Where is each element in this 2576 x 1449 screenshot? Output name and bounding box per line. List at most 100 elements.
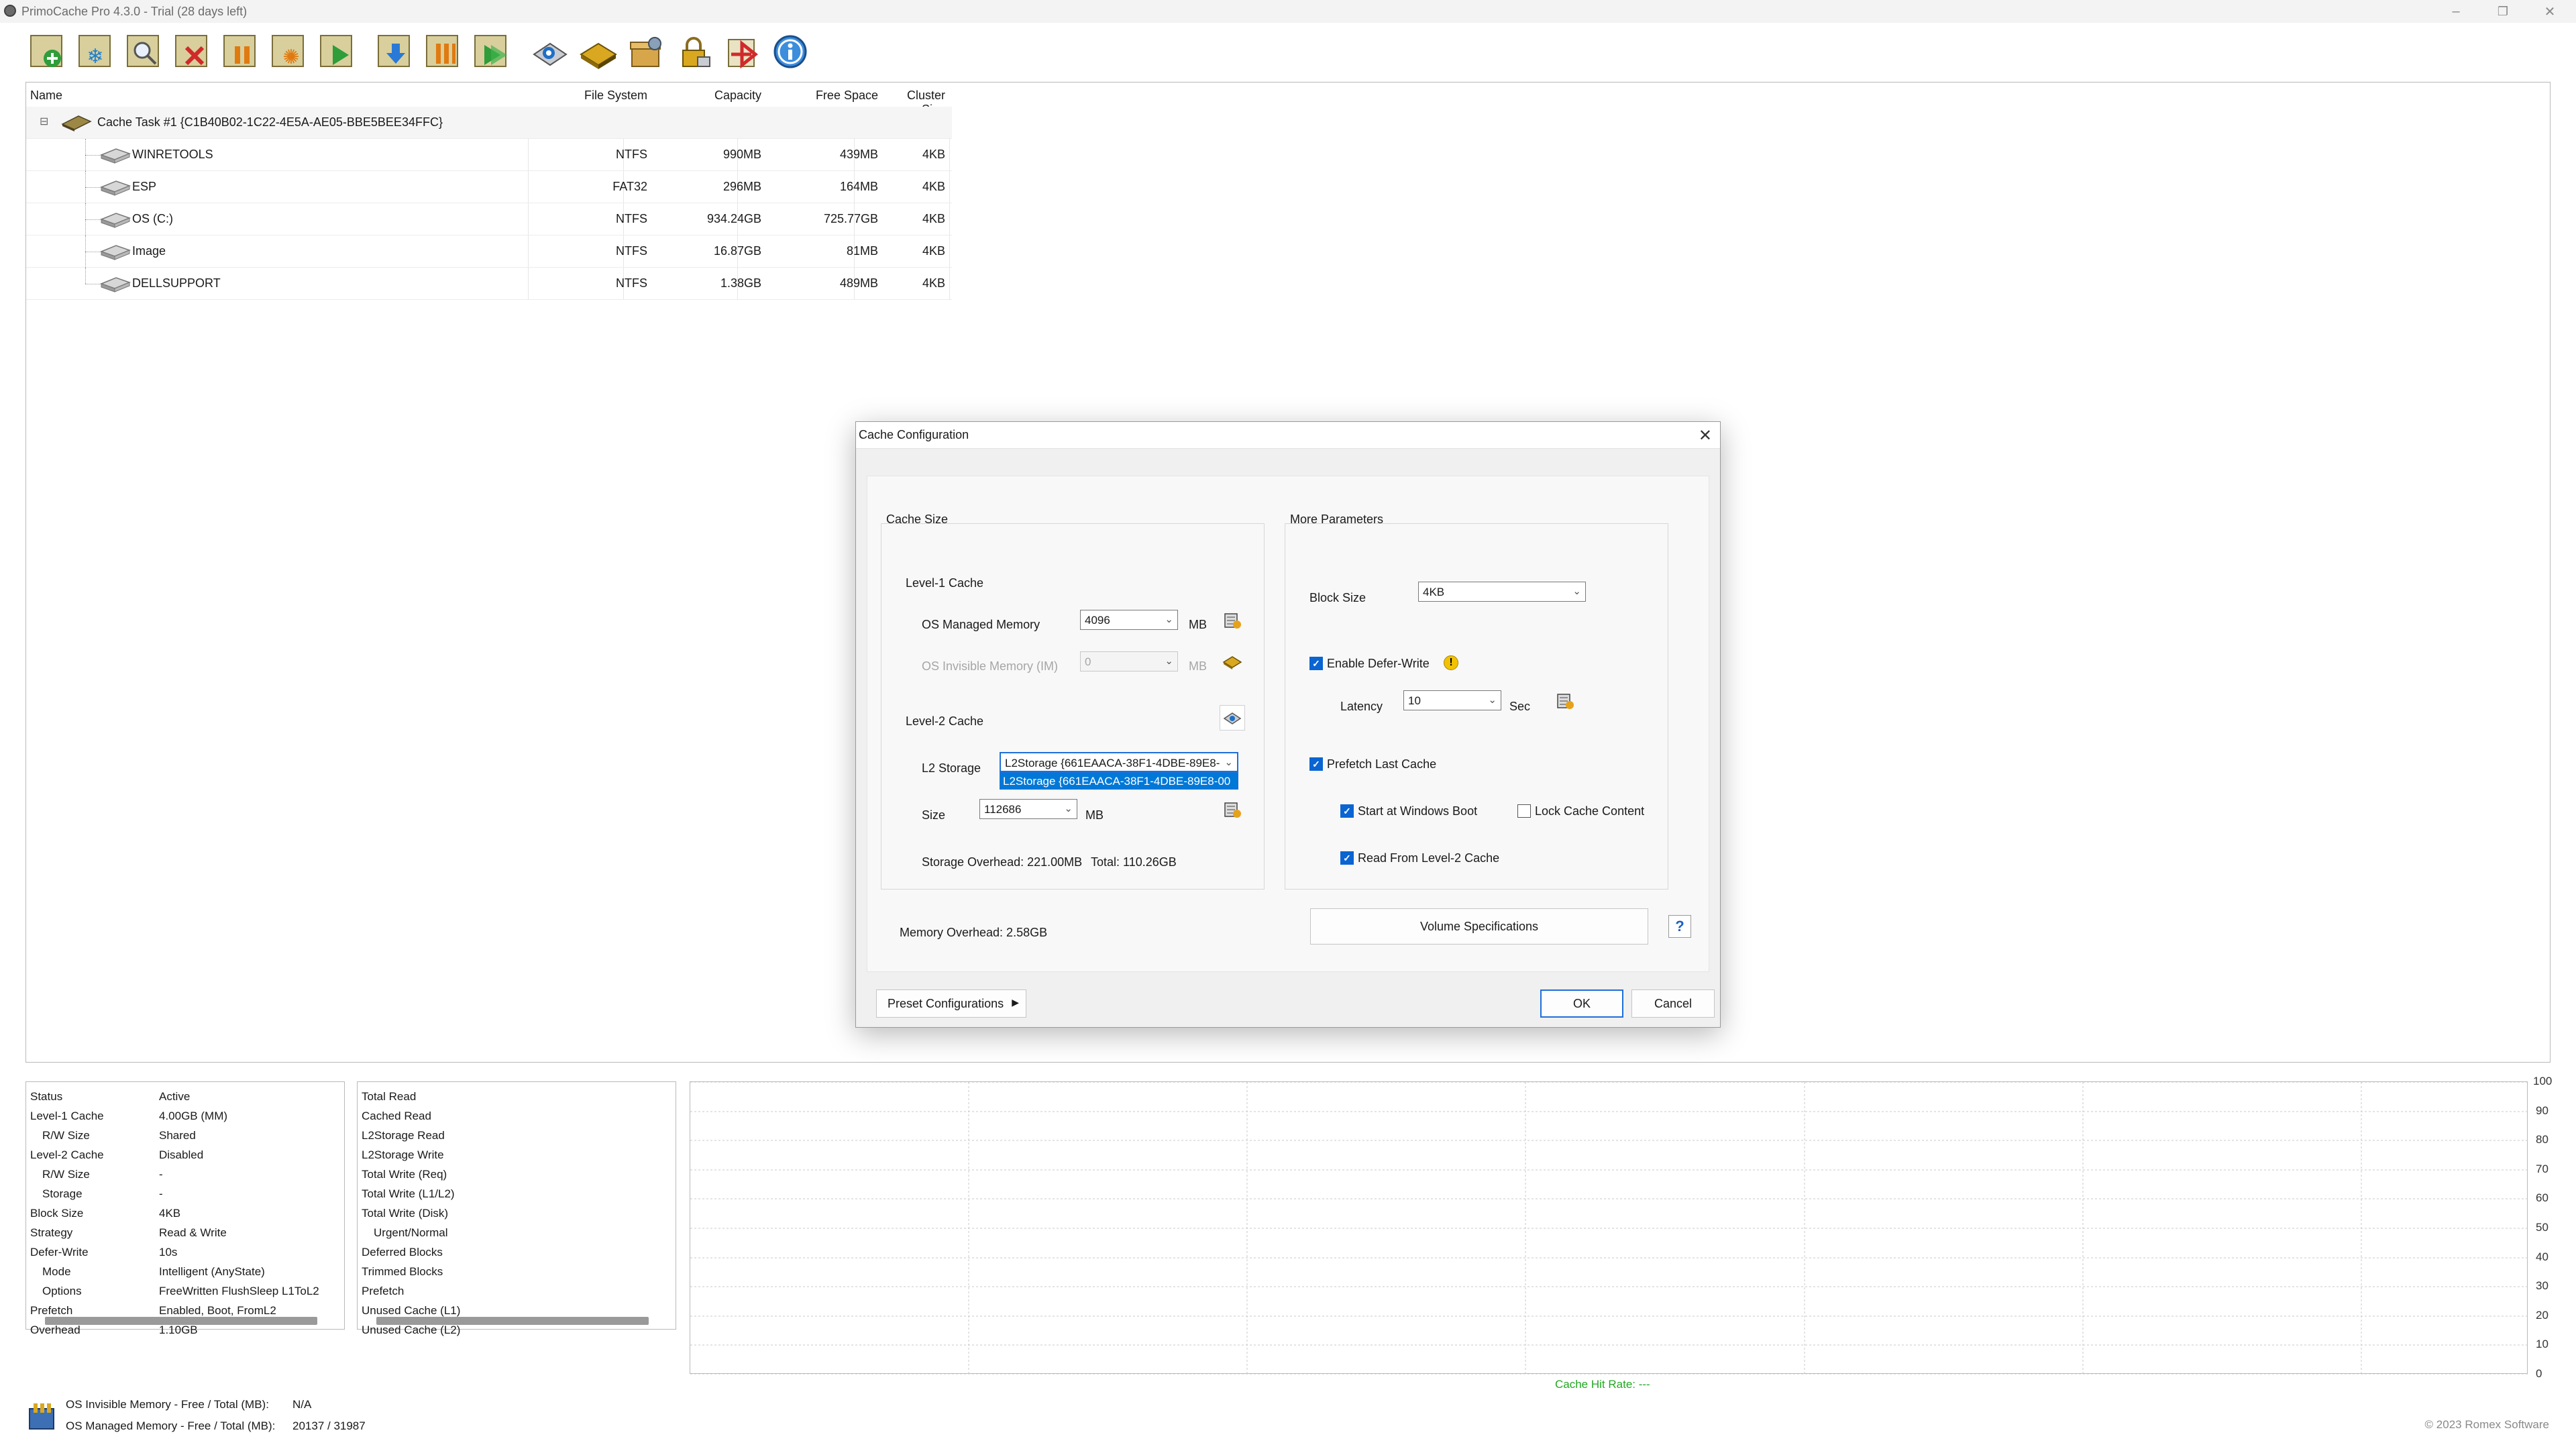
defer-write-icon: ❄ xyxy=(78,35,111,68)
new-cache-task-button[interactable] xyxy=(24,30,70,73)
volume-fs: FAT32 xyxy=(612,180,647,193)
memory-chip-icon xyxy=(1224,802,1241,818)
flush-button[interactable]: ✺ xyxy=(266,30,311,73)
storage-total: Total: 110.26GB xyxy=(1091,855,1177,869)
prefetch-last-cache-checkbox[interactable]: ✓ xyxy=(1309,757,1323,771)
l2-storage-combo[interactable]: L2Storage {661EAACA-38F1-4DBE-89E8- ⌄ xyxy=(1000,752,1238,772)
lock-cache-content-checkbox[interactable] xyxy=(1517,804,1531,818)
pause-button[interactable] xyxy=(217,30,263,73)
os-invisible-memory-label: OS Invisible Memory - Free / Total (MB): xyxy=(66,1398,269,1411)
volume-row[interactable]: WINRETOOLS NTFS 990MB 439MB 4KB xyxy=(26,139,952,171)
title-bar: PrimoCache Pro 4.3.0 - Trial (28 days le… xyxy=(0,0,2576,23)
l2-size-button[interactable] xyxy=(1220,796,1245,822)
enable-defer-write-checkbox[interactable]: ✓ xyxy=(1309,657,1323,670)
package-button[interactable] xyxy=(623,30,668,73)
resume-all-icon xyxy=(474,35,507,67)
level2-storage-button[interactable] xyxy=(1220,705,1245,731)
start-at-boot-checkbox[interactable]: ✓ xyxy=(1340,804,1354,818)
close-window-button[interactable]: ✕ xyxy=(2526,0,2573,23)
settings-button[interactable] xyxy=(526,30,572,73)
preset-configurations-button[interactable]: Preset Configurations ▶ xyxy=(876,989,1026,1018)
read-from-l2-checkbox[interactable]: ✓ xyxy=(1340,851,1354,865)
os-managed-memory-button[interactable] xyxy=(1220,607,1245,633)
memory-overhead: Memory Overhead: 2.58GB xyxy=(900,926,1048,939)
status-value: Disabled xyxy=(159,1148,204,1161)
restore-button[interactable]: ❐ xyxy=(2479,0,2526,23)
volume-row[interactable]: Image NTFS 16.87GB 81MB 4KB xyxy=(26,235,952,268)
resume-button[interactable] xyxy=(314,30,360,73)
collapse-toggle[interactable]: ⊟ xyxy=(40,115,48,128)
block-size-combo[interactable]: 4KB ⌄ xyxy=(1418,582,1586,602)
chart-y-tick-label: 20 xyxy=(2536,1309,2548,1322)
latency-combo[interactable]: 10 ⌄ xyxy=(1403,690,1501,710)
volume-icon xyxy=(1222,656,1242,669)
quit-icon xyxy=(728,39,759,69)
ok-button[interactable]: OK xyxy=(1540,989,1623,1018)
resume-all-button[interactable] xyxy=(468,30,514,73)
drive-icon xyxy=(100,213,131,228)
stat-key: Unused Cache (L2) xyxy=(362,1324,461,1336)
lock-button[interactable] xyxy=(671,30,716,73)
help-button[interactable]: ? xyxy=(1668,915,1691,938)
chevron-down-icon: ⌄ xyxy=(1165,655,1173,667)
chevron-right-icon: ▶ xyxy=(1012,997,1019,1008)
defer-write-button[interactable]: ❄ xyxy=(72,30,118,73)
status-key: Storage xyxy=(42,1187,83,1200)
volume-specifications-button[interactable]: Volume Specifications xyxy=(1310,908,1648,945)
os-managed-memory-combo[interactable]: 4096 ⌄ xyxy=(1080,610,1178,630)
l2-storage-label: L2 Storage xyxy=(922,761,981,775)
quit-button[interactable] xyxy=(719,30,765,73)
latency-button[interactable] xyxy=(1552,688,1578,713)
l2-storage-option[interactable]: L2Storage {661EAACA-38F1-4DBE-89E8-00 xyxy=(1000,772,1238,790)
cancel-button[interactable]: Cancel xyxy=(1631,989,1715,1018)
col-capacity-header[interactable]: Capacity xyxy=(654,89,761,103)
volume-cluster: 4KB xyxy=(922,244,945,258)
cache-hit-rate-caption: Cache Hit Rate: --- xyxy=(1555,1378,1650,1391)
status-value: Read & Write xyxy=(159,1226,227,1239)
os-invisible-memory-button[interactable] xyxy=(1220,649,1245,674)
inspect-button[interactable] xyxy=(121,30,166,73)
col-fs-header[interactable]: File System xyxy=(556,89,647,103)
col-free-header[interactable]: Free Space xyxy=(768,89,878,103)
volume-row[interactable]: ESP FAT32 296MB 164MB 4KB xyxy=(26,171,952,203)
statistics-scrollbar[interactable] xyxy=(376,1317,649,1325)
stat-row: Total Read xyxy=(358,1086,676,1106)
status-panel: Status Active Level-1 Cache 4.00GB (MM) R/W … xyxy=(25,1081,345,1336)
cache-task-row[interactable]: ⊟ Cache Task #1 {C1B40B02-1C22-4E5A-AE05… xyxy=(26,107,952,139)
warning-icon[interactable]: ! xyxy=(1444,655,1458,670)
pause-all-button[interactable] xyxy=(420,30,466,73)
tree-header: Name File System Capacity Free Space Clu… xyxy=(26,83,952,116)
store-button[interactable] xyxy=(372,30,417,73)
drive-icon xyxy=(100,277,131,292)
volume-free: 439MB xyxy=(839,148,878,161)
volume-row[interactable]: OS (C:) NTFS 934.24GB 725.77GB 4KB xyxy=(26,203,952,235)
cache-size-group: Level-1 Cache OS Managed Memory 4096 ⌄ MB… xyxy=(881,523,1265,890)
lock-cache-content-label: Lock Cache Content xyxy=(1535,804,1645,818)
about-button[interactable] xyxy=(767,30,813,73)
volume-button[interactable] xyxy=(574,30,620,73)
cache-task-icon xyxy=(61,115,92,131)
volume-row[interactable]: DELLSUPPORT NTFS 1.38GB 489MB 4KB xyxy=(26,268,952,300)
status-row: Strategy Read & Write xyxy=(26,1222,344,1242)
stat-key: L2Storage Read xyxy=(362,1129,445,1142)
status-key: Overhead xyxy=(30,1324,80,1336)
level2-cache-label: Level-2 Cache xyxy=(906,714,984,728)
chart-y-tick-label: 50 xyxy=(2536,1221,2548,1234)
col-name-header[interactable]: Name xyxy=(30,89,62,103)
delete-cache-button[interactable] xyxy=(169,30,215,73)
os-managed-memory-field-label: OS Managed Memory xyxy=(922,618,1040,631)
inspect-icon xyxy=(127,35,159,67)
status-value: FreeWritten FlushSleep L1ToL2 xyxy=(159,1285,319,1297)
stat-key: Trimmed Blocks xyxy=(362,1265,443,1278)
resume-icon xyxy=(320,35,352,67)
stat-row: Total Write (L1/L2) xyxy=(358,1183,676,1203)
dialog-close-button[interactable]: ✕ xyxy=(1699,426,1712,445)
chart-y-tick-label: 80 xyxy=(2536,1133,2548,1146)
stat-row: Urgent/Normal xyxy=(358,1222,676,1242)
stat-key: Total Write (L1/L2) xyxy=(362,1187,455,1200)
cache-task-label: Cache Task #1 {C1B40B02-1C22-4E5A-AE05-B… xyxy=(97,115,443,129)
status-scrollbar[interactable] xyxy=(45,1317,317,1325)
l2-size-combo[interactable]: 112686 ⌄ xyxy=(979,799,1077,819)
minimize-button[interactable]: – xyxy=(2432,0,2479,23)
os-invisible-memory-combo[interactable]: 0 ⌄ xyxy=(1080,651,1178,672)
